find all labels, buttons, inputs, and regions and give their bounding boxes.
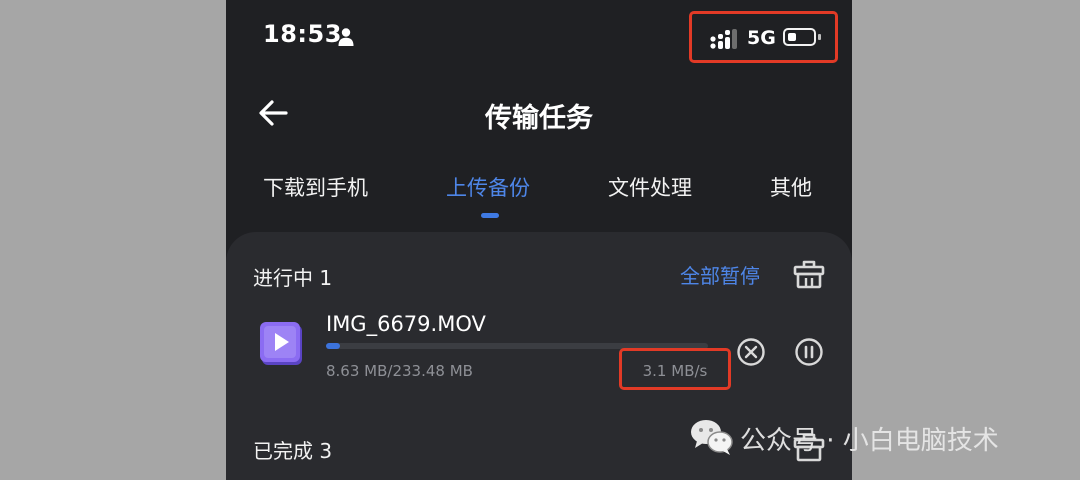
battery-level [788,33,796,41]
active-tab-indicator [481,213,499,218]
network-type: 5G [747,27,776,49]
in-progress-title: 进行中 1 [253,266,333,290]
signal-icon [710,29,737,49]
status-time: 18:53 [263,20,342,48]
wechat-icon [691,420,733,455]
completed-title: 已完成 3 [253,439,333,463]
tab-other[interactable]: 其他 [770,172,812,202]
speed-highlight: 3.1 MB/s [619,348,731,390]
page-title: 传输任务 [485,103,593,134]
pause-all-button[interactable]: 全部暂停 [680,260,760,289]
phone-screen: 18:53 5G 传输任务 下载到手机 上传备份 文件处理 其他 进行中 1 全… [226,0,852,480]
watermark-text: 公众号 · 小白电脑技术 [740,426,999,456]
status-bar: 18:53 5G [226,0,852,76]
transfer-size: 8.63 MB/233.48 MB [326,362,473,380]
tab-file-processing[interactable]: 文件处理 [608,172,692,202]
video-file-icon [260,322,302,365]
cancel-icon[interactable] [736,337,766,367]
battery-tip [818,34,821,40]
person-icon [338,28,354,46]
file-name: IMG_6679.MOV [326,312,486,336]
pause-icon[interactable] [794,337,824,367]
tab-upload-backup[interactable]: 上传备份 [446,172,530,202]
watermark: 公众号 · 小白电脑技术 [690,416,1070,460]
transfer-speed: 3.1 MB/s [642,362,708,380]
progress-fill [326,343,340,349]
tab-download-to-phone[interactable]: 下载到手机 [263,172,368,202]
tab-bar: 下载到手机 上传备份 文件处理 其他 [226,168,852,228]
battery-icon [783,28,816,46]
trash-icon[interactable] [792,258,826,290]
status-indicators-highlight: 5G [689,11,838,63]
